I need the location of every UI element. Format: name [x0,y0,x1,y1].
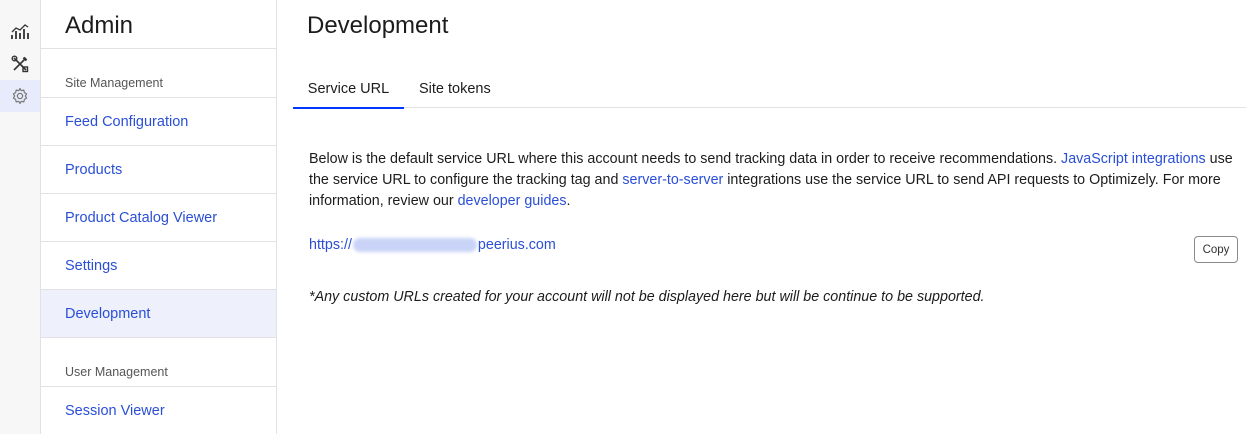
tools-icon [11,55,29,73]
sidebar-item-label: Session Viewer [65,402,165,419]
tools-nav-button[interactable] [0,48,40,80]
section-label-user-management: User Management [65,365,168,379]
service-url-link[interactable]: https:// peerius.com [309,237,556,253]
service-url-suffix: peerius.com [477,237,556,253]
sidebar-item-label: Product Catalog Viewer [65,209,218,226]
service-url-prefix: https:// [309,237,352,253]
copy-button[interactable]: Copy [1194,236,1238,263]
sidebar-title: Admin [65,12,134,39]
sidebar-item-product-catalog-viewer[interactable]: Product Catalog Viewer [41,193,276,241]
divider [41,337,276,338]
sidebar-item-label: Products [65,161,123,178]
analytics-icon [11,24,29,39]
sidebar-item-development[interactable]: Development [41,289,276,337]
sidebar-item-products[interactable]: Products [41,145,276,193]
sidebar-item-session-viewer[interactable]: Session Viewer [41,386,276,434]
tab-service-url[interactable]: Service URL [293,70,404,109]
sidebar-item-label: Development [65,305,151,322]
developer-guides-link[interactable]: developer guides [458,193,567,209]
description-text: Below is the default service URL where t… [309,151,1062,167]
server-to-server-link[interactable]: server-to-server [622,172,723,188]
section-label-site-management: Site Management [65,76,163,90]
sidebar-item-feed-configuration[interactable]: Feed Configuration [41,97,276,145]
redacted-subdomain [352,238,477,252]
page-title: Development [307,12,449,39]
service-url-description: Below is the default service URL where t… [309,149,1239,212]
sidebar-item-label: Feed Configuration [65,113,189,130]
tab-site-tokens[interactable]: Site tokens [419,70,491,108]
tab-bar: Service URL Site tokens [293,70,1246,109]
divider [41,48,276,49]
main-content: Development Service URL Site tokens Belo… [277,0,1246,434]
description-text: . [566,193,571,209]
analytics-nav-button[interactable] [0,16,40,48]
sidebar-item-label: Settings [65,257,118,274]
gear-icon [12,87,28,105]
icon-rail [0,0,41,434]
settings-nav-button[interactable] [0,80,40,112]
custom-urls-note: *Any custom URLs created for your accoun… [309,289,985,305]
sidebar-item-settings[interactable]: Settings [41,241,276,289]
admin-sidebar: Admin Site Management Feed Configuration… [41,0,277,434]
javascript-integrations-link[interactable]: JavaScript integrations [1061,151,1206,167]
